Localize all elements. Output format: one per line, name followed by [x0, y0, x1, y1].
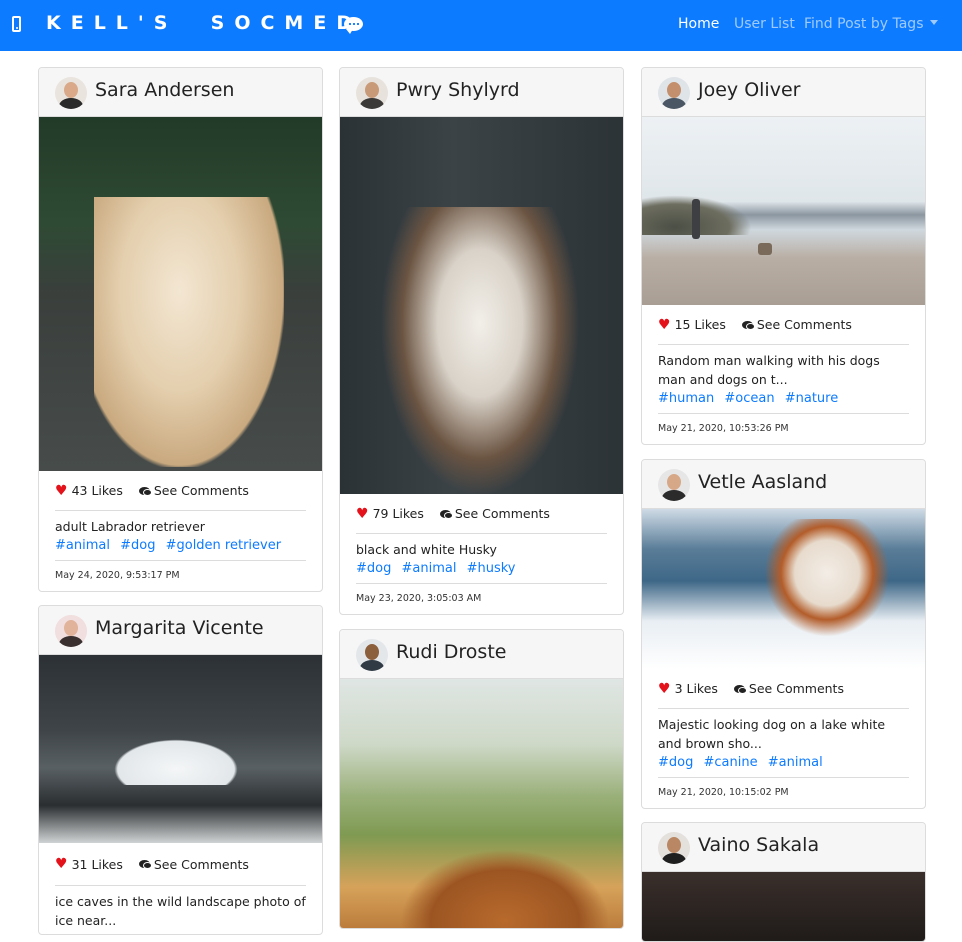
post-header: Pwry Shylyrd — [340, 68, 623, 117]
post-date: May 24, 2020, 9:53:17 PM — [55, 570, 180, 581]
top-navbar: KELL'S SOCMED Home User List Find Post b… — [0, 0, 962, 51]
tag-link[interactable]: #animal — [55, 538, 110, 553]
post-tags: #human #ocean #nature — [658, 389, 909, 414]
heart-icon[interactable]: ♥ — [356, 506, 369, 522]
heart-icon[interactable]: ♥ — [658, 317, 671, 333]
avatar[interactable] — [55, 615, 87, 647]
tag-link[interactable]: #human — [658, 391, 714, 406]
chat-bubble-icon — [344, 17, 363, 34]
post-card: Pwry Shylyrd ♥ 79 Likes See Comments bla… — [339, 67, 624, 615]
post-image-dogs[interactable] — [642, 872, 925, 941]
post-header: Vetle Aasland — [642, 460, 925, 509]
see-comments-link[interactable]: See Comments — [749, 681, 844, 696]
brand-title[interactable]: KELL'S SOCMED — [46, 12, 362, 34]
nav-user-list-link[interactable]: User List — [734, 16, 795, 32]
like-count: 79 Likes — [372, 506, 424, 521]
see-comments-link[interactable]: See Comments — [757, 317, 852, 332]
post-image-labrador[interactable] — [39, 117, 322, 471]
post-tags: #dog #animal #husky — [356, 559, 607, 584]
post-author[interactable]: Vetle Aasland — [698, 471, 827, 493]
post-author[interactable]: Joey Oliver — [698, 79, 800, 101]
post-author[interactable]: Vaino Sakala — [698, 834, 819, 856]
post-caption: Majestic looking dog on a lake white and… — [658, 717, 886, 751]
nav-find-post-label: Find Post by Tags — [804, 16, 924, 32]
post-header: Rudi Droste — [340, 630, 623, 679]
like-count: 3 Likes — [674, 681, 718, 696]
heart-icon[interactable]: ♥ — [658, 681, 671, 697]
heart-icon[interactable]: ♥ — [55, 856, 68, 872]
post-header: Joey Oliver — [642, 68, 925, 117]
post-author[interactable]: Pwry Shylyrd — [396, 79, 520, 101]
post-card: Vaino Sakala — [641, 822, 926, 942]
post-author[interactable]: Sara Andersen — [95, 79, 234, 101]
post-header: Margarita Vicente — [39, 606, 322, 655]
post-image-husky[interactable] — [340, 117, 623, 494]
post-date: May 21, 2020, 10:15:02 PM — [658, 787, 789, 798]
tag-link[interactable]: #canine — [704, 755, 758, 770]
tag-link[interactable]: #nature — [785, 391, 839, 406]
nav-find-post-by-tags-dropdown[interactable]: Find Post by Tags — [804, 16, 938, 32]
avatar[interactable] — [658, 469, 690, 501]
post-tags: #dog #canine #animal — [658, 753, 909, 778]
avatar[interactable] — [658, 77, 690, 109]
tag-link[interactable]: #husky — [467, 561, 516, 576]
post-meta: ♥ 3 Likes See Comments — [658, 669, 909, 709]
post-card: Vetle Aasland ♥ 3 Likes See Comments Maj… — [641, 459, 926, 809]
comments-icon — [138, 486, 151, 495]
tag-link[interactable]: #dog — [658, 755, 693, 770]
post-card: Sara Andersen ♥ 43 Likes See Comments ad… — [38, 67, 323, 592]
like-count: 43 Likes — [71, 483, 123, 498]
see-comments-link[interactable]: See Comments — [154, 483, 249, 498]
tag-link[interactable]: #ocean — [724, 391, 774, 406]
post-card: Joey Oliver ♥ 15 Likes See Comments Rand… — [641, 67, 926, 445]
post-author[interactable]: Rudi Droste — [396, 641, 506, 663]
post-image-dog-on-snow[interactable] — [642, 509, 925, 669]
post-date: May 21, 2020, 10:53:26 PM — [658, 423, 789, 434]
heart-icon[interactable]: ♥ — [55, 483, 68, 499]
post-caption: adult Labrador retriever — [55, 519, 205, 534]
tag-link[interactable]: #golden retriever — [166, 538, 281, 553]
post-caption: Random man walking with his dogs man and… — [658, 353, 880, 387]
post-caption: ice caves in the wild landscape photo of… — [55, 894, 306, 928]
post-header: Vaino Sakala — [642, 823, 925, 872]
post-header: Sara Andersen — [39, 68, 322, 117]
tag-link[interactable]: #animal — [768, 755, 823, 770]
tag-link[interactable]: #dog — [356, 561, 391, 576]
see-comments-link[interactable]: See Comments — [154, 857, 249, 872]
like-count: 15 Likes — [674, 317, 726, 332]
post-meta: ♥ 43 Likes See Comments — [55, 471, 306, 511]
avatar[interactable] — [658, 832, 690, 864]
tag-link[interactable]: #animal — [402, 561, 457, 576]
comments-icon — [741, 320, 754, 329]
like-count: 31 Likes — [71, 856, 123, 872]
avatar[interactable] — [356, 639, 388, 671]
tag-link[interactable]: #dog — [120, 538, 155, 553]
comments-icon — [138, 860, 151, 868]
post-image-beach-walk[interactable] — [642, 117, 925, 305]
post-date: May 23, 2020, 3:05:03 AM — [356, 593, 482, 604]
post-image-ice-cave[interactable] — [39, 655, 322, 843]
post-meta: ♥ 31 Likes See Comments — [55, 843, 306, 886]
post-meta: ♥ 79 Likes See Comments — [356, 494, 607, 534]
see-comments-link[interactable]: See Comments — [455, 506, 550, 521]
mobile-phone-icon — [12, 16, 21, 32]
caret-down-icon — [929, 19, 938, 25]
post-meta: ♥ 15 Likes See Comments — [658, 305, 909, 345]
nav-home-link[interactable]: Home — [678, 16, 719, 32]
comments-icon — [733, 684, 746, 693]
post-author[interactable]: Margarita Vicente — [95, 617, 264, 639]
avatar[interactable] — [356, 77, 388, 109]
post-tags: #animal #dog #golden retriever — [55, 536, 306, 561]
post-caption: black and white Husky — [356, 542, 497, 557]
post-image-dog-outdoors[interactable] — [340, 679, 623, 928]
post-card: Rudi Droste — [339, 629, 624, 929]
avatar[interactable] — [55, 77, 87, 109]
post-card: Margarita Vicente ♥ 31 Likes See Comment… — [38, 605, 323, 935]
comments-icon — [439, 509, 452, 518]
